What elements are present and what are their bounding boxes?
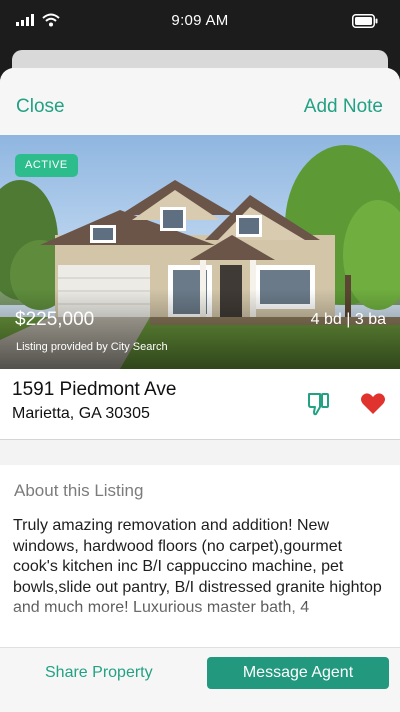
- status-time: 9:09 AM: [171, 12, 229, 29]
- bottom-action-bar: Share Property Message Agent: [0, 647, 400, 712]
- nav-bar: Close Add Note: [0, 68, 400, 135]
- status-badge: ACTIVE: [15, 154, 78, 177]
- share-property-button[interactable]: Share Property: [45, 664, 153, 682]
- status-bar: 9:09 AM: [0, 0, 400, 44]
- address-card: 1591 Piedmont Ave Marietta, GA 30305: [0, 369, 400, 440]
- close-button[interactable]: Close: [16, 96, 65, 118]
- thumbs-down-icon[interactable]: [306, 391, 332, 417]
- message-agent-button[interactable]: Message Agent: [207, 657, 389, 689]
- about-title: About this Listing: [14, 481, 144, 500]
- description-fade: [0, 588, 400, 648]
- address-city: Marietta, GA 30305: [12, 405, 150, 422]
- listing-detail-sheet: Close Add Note ACTIVE $225,000 4 bd | 3 …: [0, 68, 400, 712]
- battery-icon: [352, 14, 378, 28]
- listing-provider: Listing provided by City Search: [16, 341, 168, 353]
- listing-price: $225,000: [15, 309, 95, 330]
- beds-baths: 4 bd | 3 ba: [310, 311, 386, 328]
- add-note-button[interactable]: Add Note: [304, 96, 383, 118]
- address-street: 1591 Piedmont Ave: [12, 379, 177, 400]
- heart-icon[interactable]: [360, 392, 386, 416]
- listing-photo[interactable]: ACTIVE $225,000 4 bd | 3 ba Listing prov…: [0, 135, 400, 369]
